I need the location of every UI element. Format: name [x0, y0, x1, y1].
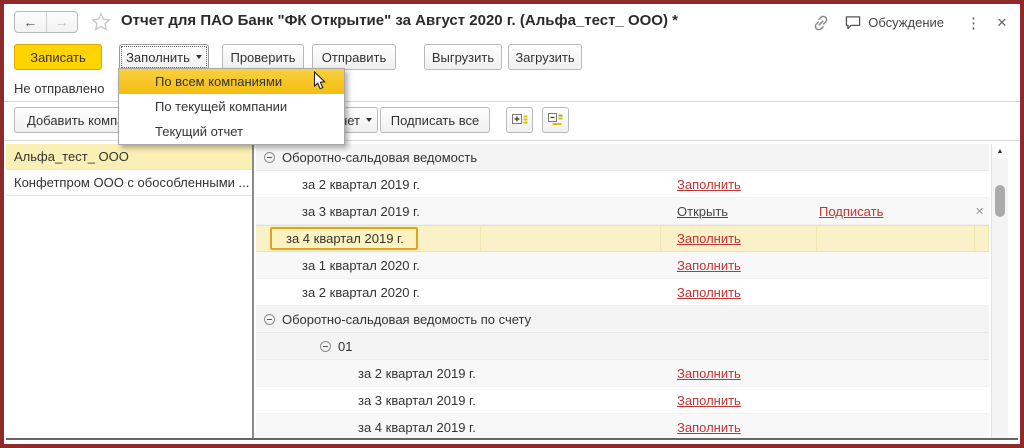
- mouse-cursor: [313, 71, 327, 91]
- action-link[interactable]: Подписать: [819, 204, 883, 219]
- forward-button[interactable]: →: [47, 12, 78, 32]
- discussion-label: Обсуждение: [868, 15, 944, 30]
- row-label: Оборотно-сальдовая ведомость по счету: [282, 312, 531, 327]
- save-label: Записать: [30, 50, 86, 65]
- titlebar-actions: Обсуждение ⋮ ✕: [812, 4, 1010, 41]
- action-link[interactable]: Заполнить: [677, 258, 741, 273]
- history-nav: ← →: [14, 11, 78, 33]
- table-row[interactable]: за 2 квартал 2019 г. Заполнить: [256, 360, 989, 387]
- app-window: ← → Отчет для ПАО Банк "ФК Открытие" за …: [0, 0, 1024, 448]
- sign-all-label: Подписать все: [391, 113, 479, 128]
- table-group-row[interactable]: 01: [256, 333, 989, 360]
- company-list: Альфа_тест_ ОООКонфетпром ООО с обособле…: [6, 144, 252, 438]
- row-label: за 2 квартал 2019 г.: [302, 177, 420, 192]
- load-label: Загрузить: [515, 50, 574, 65]
- table-row[interactable]: за 1 квартал 2020 г. Заполнить: [256, 252, 989, 279]
- table-row[interactable]: за 3 квартал 2019 г. Открыть Подписать ✕: [256, 198, 989, 225]
- unload-label: Выгрузить: [432, 50, 494, 65]
- collapse-all-icon: [547, 111, 565, 129]
- check-button[interactable]: Проверить: [222, 44, 304, 70]
- send-label: Отправить: [322, 50, 386, 65]
- collapse-node-icon[interactable]: [264, 152, 275, 163]
- company-list-item[interactable]: Альфа_тест_ ООО: [6, 144, 252, 170]
- row-label: за 1 квартал 2020 г.: [302, 258, 420, 273]
- collapse-node-icon[interactable]: [264, 314, 275, 325]
- scroll-up-arrow-icon: ▲: [997, 148, 1004, 155]
- back-arrow-icon: ←: [23, 14, 37, 30]
- action-link[interactable]: Заполнить: [677, 420, 741, 435]
- expand-all-icon: [511, 111, 529, 129]
- collapse-node-icon[interactable]: [320, 341, 331, 352]
- row-label: Оборотно-сальдовая ведомость: [282, 150, 477, 165]
- expand-all-button[interactable]: [506, 107, 533, 133]
- check-label: Проверить: [230, 50, 295, 65]
- titlebar: ← → Отчет для ПАО Банк "ФК Открытие" за …: [4, 4, 1020, 41]
- action-link[interactable]: Заполнить: [677, 393, 741, 408]
- menu-item[interactable]: Текущий отчет: [119, 119, 344, 144]
- report-table: Оборотно-сальдовая ведомость за 2 квартал…: [256, 144, 989, 438]
- scroll-up-button[interactable]: ▲: [992, 144, 1008, 158]
- table-row[interactable]: за 4 квартал 2019 г. Заполнить: [256, 225, 989, 252]
- fill-label: Заполнить: [126, 50, 190, 65]
- window-content: ← → Отчет для ПАО Банк "ФК Открытие" за …: [4, 4, 1020, 444]
- table-row[interactable]: за 3 квартал 2019 г. Заполнить: [256, 387, 989, 414]
- row-close-icon[interactable]: ✕: [975, 205, 984, 218]
- row-label: за 4 квартал 2019 г.: [270, 227, 418, 250]
- sign-all-button[interactable]: Подписать все: [380, 107, 490, 133]
- back-button[interactable]: ←: [15, 12, 47, 32]
- action-link[interactable]: Заполнить: [677, 366, 741, 381]
- scrollbar-thumb[interactable]: [995, 185, 1005, 217]
- action-link[interactable]: Открыть: [677, 204, 728, 219]
- save-button[interactable]: Записать: [14, 44, 102, 70]
- row-label: 01: [338, 339, 352, 354]
- fill-dropdown-menu: По всем компаниямиПо текущей компанииТек…: [118, 68, 345, 145]
- company-list-item[interactable]: Конфетпром ООО с обособленными ...: [6, 170, 252, 196]
- forward-arrow-icon: →: [55, 14, 69, 30]
- row-label: за 2 квартал 2019 г.: [358, 366, 476, 381]
- fill-button[interactable]: Заполнить: [119, 44, 209, 70]
- action-link[interactable]: Заполнить: [677, 231, 741, 246]
- add-company-label: Добавить компа: [27, 113, 124, 128]
- page-title: Отчет для ПАО Банк "ФК Открытие" за Авгу…: [121, 12, 678, 29]
- panel-splitter[interactable]: [252, 140, 254, 438]
- row-label: за 4 квартал 2019 г.: [358, 420, 476, 435]
- table-row[interactable]: за 2 квартал 2020 г. Заполнить: [256, 279, 989, 306]
- action-link[interactable]: Заполнить: [677, 285, 741, 300]
- window-bottom-edge: [6, 438, 1018, 440]
- chevron-down-icon: [366, 118, 372, 122]
- discussion-button[interactable]: Обсуждение: [844, 15, 944, 31]
- row-label: за 3 квартал 2019 г.: [358, 393, 476, 408]
- link-icon[interactable]: [812, 14, 830, 32]
- speech-bubble-icon: [844, 15, 862, 31]
- close-icon[interactable]: ✕: [994, 15, 1010, 31]
- vertical-scrollbar[interactable]: ▲: [991, 144, 1008, 438]
- unload-button[interactable]: Выгрузить: [424, 44, 502, 70]
- menu-item[interactable]: По всем компаниями: [119, 69, 344, 94]
- send-button[interactable]: Отправить: [312, 44, 396, 70]
- table-group-row[interactable]: Оборотно-сальдовая ведомость: [256, 144, 989, 171]
- row-label: за 2 квартал 2020 г.: [302, 285, 420, 300]
- kebab-menu-icon[interactable]: ⋮: [966, 14, 980, 32]
- menu-item[interactable]: По текущей компании: [119, 94, 344, 119]
- collapse-all-button[interactable]: [542, 107, 569, 133]
- table-row[interactable]: за 4 квартал 2019 г. Заполнить: [256, 414, 989, 438]
- table-row[interactable]: за 2 квартал 2019 г. Заполнить: [256, 171, 989, 198]
- status-text: Не отправлено: [14, 81, 104, 96]
- action-link[interactable]: Заполнить: [677, 177, 741, 192]
- row-label: за 3 квартал 2019 г.: [302, 204, 420, 219]
- favorite-star-icon[interactable]: [90, 11, 112, 33]
- load-button[interactable]: Загрузить: [508, 44, 582, 70]
- table-group-row[interactable]: Оборотно-сальдовая ведомость по счету: [256, 306, 989, 333]
- chevron-down-icon: [196, 55, 202, 59]
